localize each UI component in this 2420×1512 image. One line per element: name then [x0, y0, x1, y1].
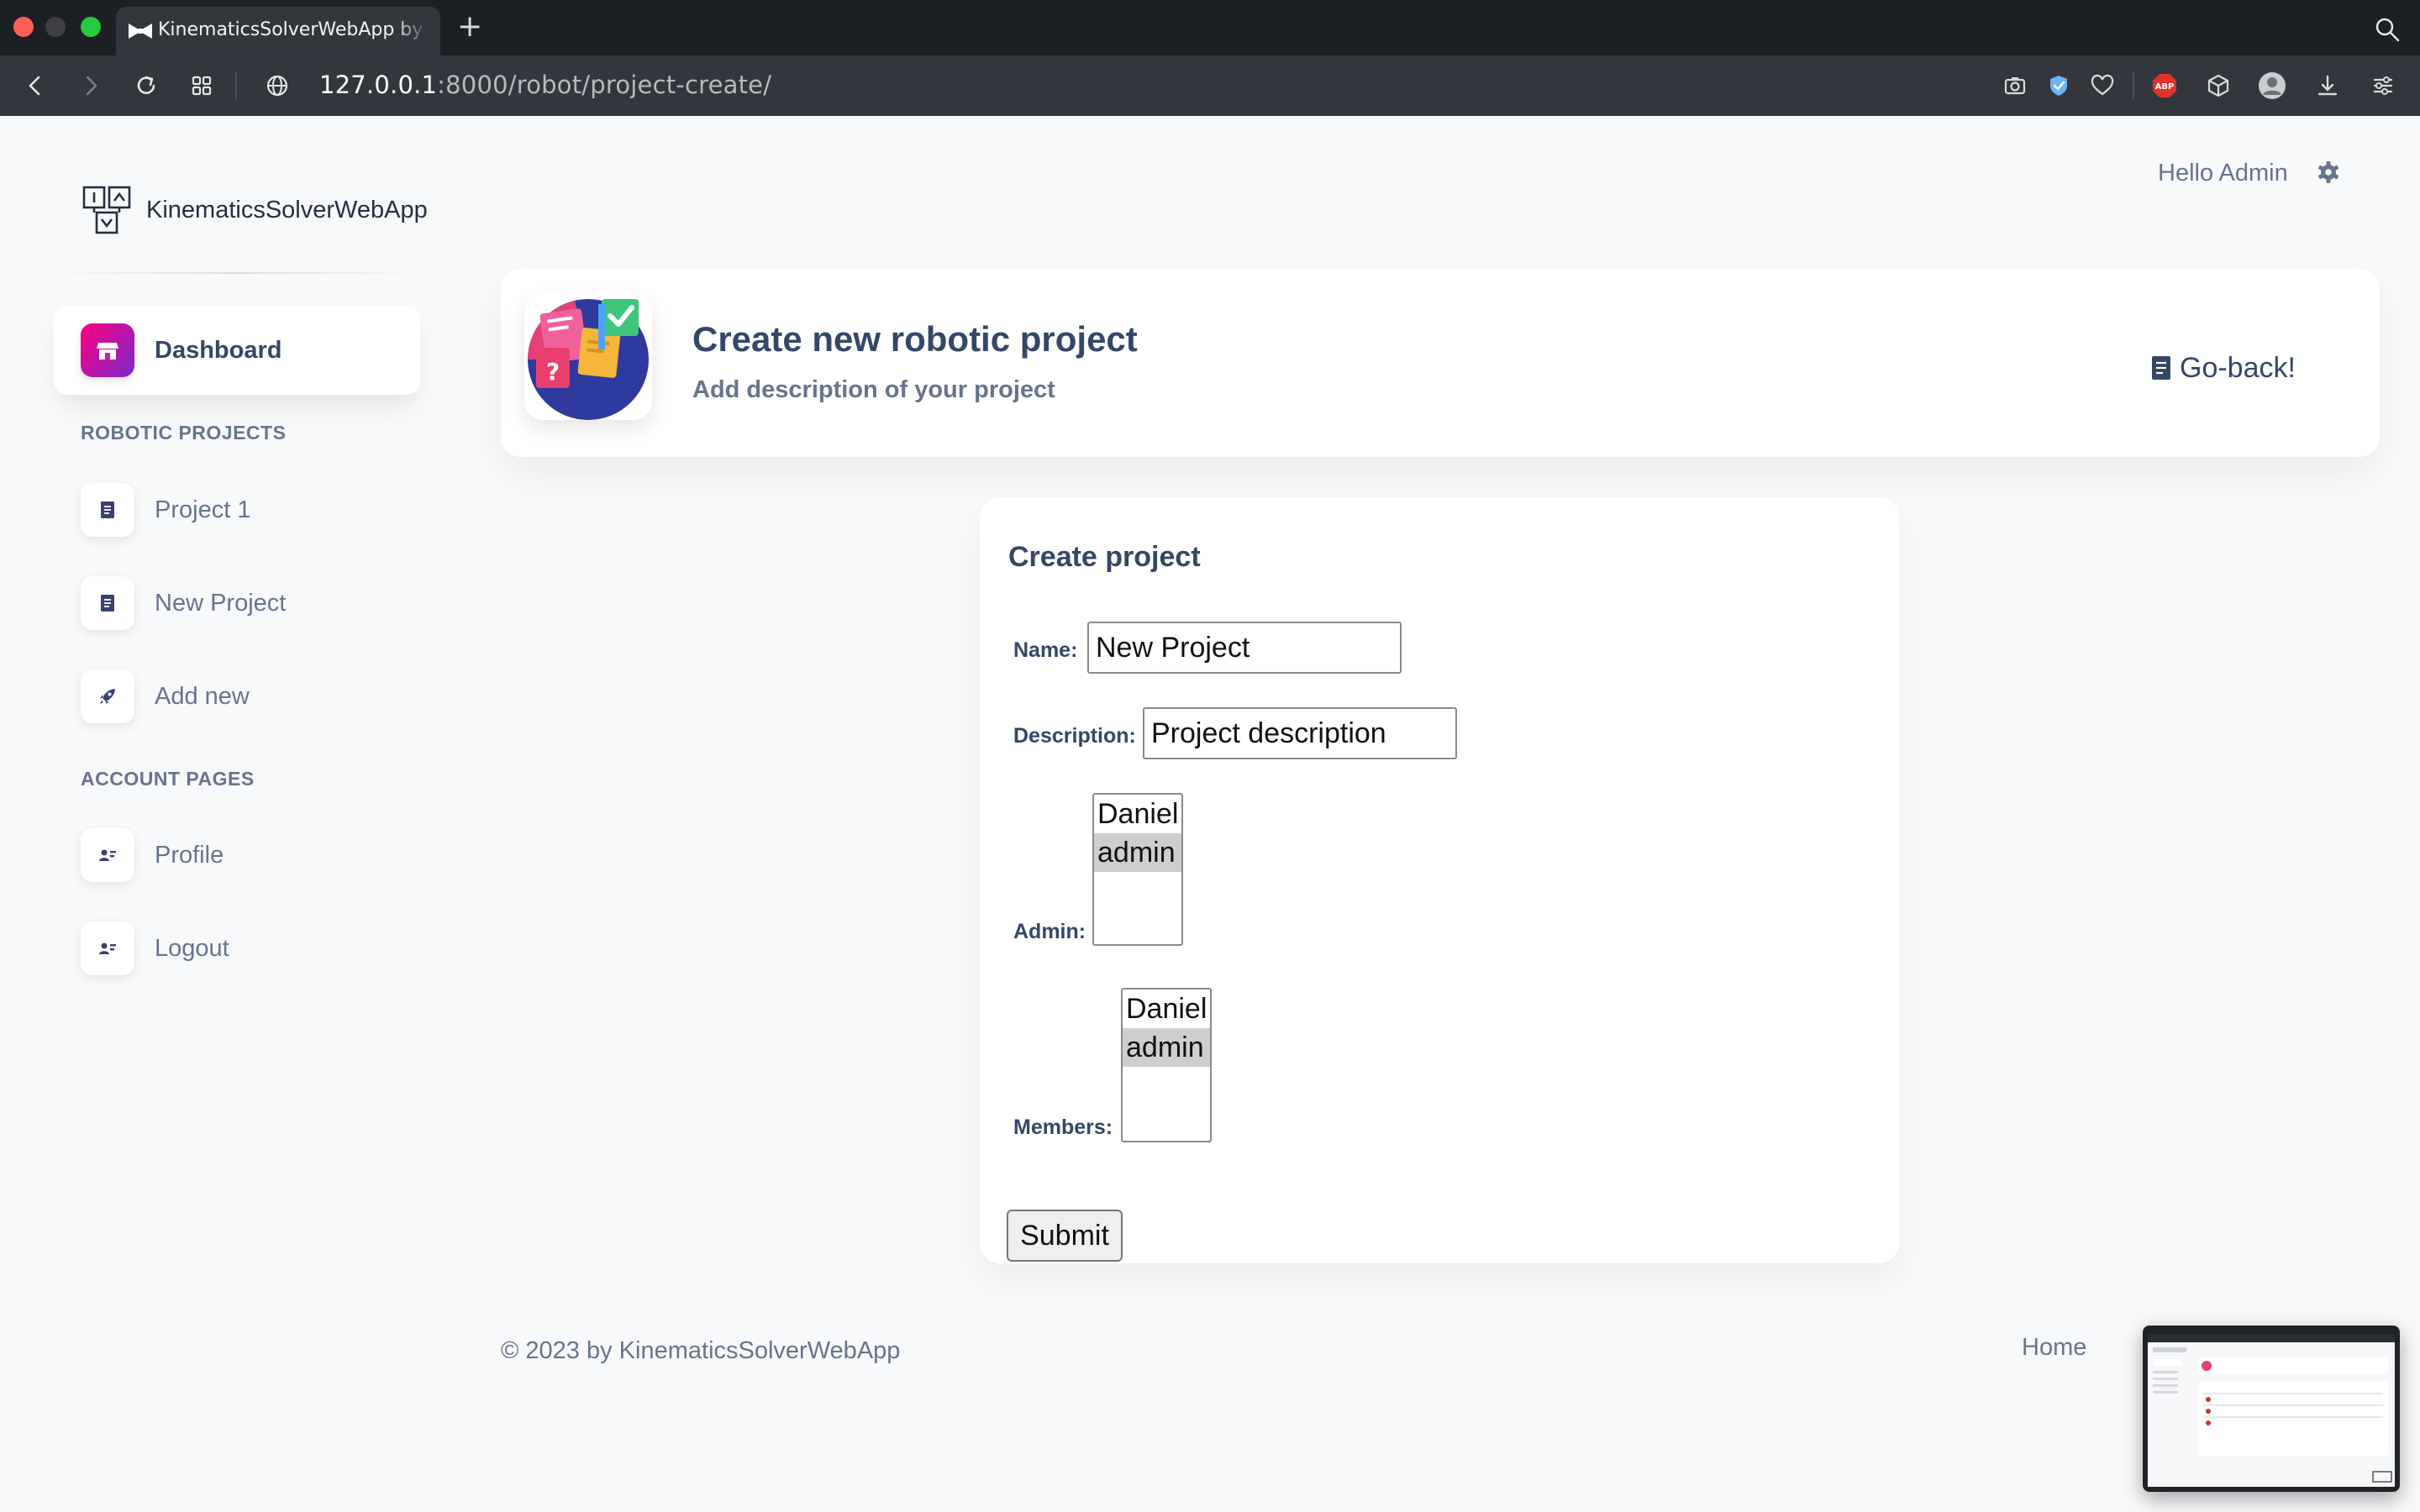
sidebar-item-profile[interactable]: Profile	[81, 827, 224, 883]
tab-preview-thumbnail[interactable]	[2143, 1326, 2400, 1492]
url-field[interactable]: 127.0.0.1:8000/robot/project-create/	[319, 71, 771, 99]
browser-tab[interactable]: KinematicsSolverWebApp by Daniel	[116, 7, 440, 55]
page-subtitle: Add description of your project	[692, 376, 1055, 403]
sidebar-item-new-project[interactable]: New Project	[81, 575, 286, 631]
sidebar-item-label: Profile	[155, 841, 224, 869]
document-icon	[81, 483, 134, 537]
sidebar-item-label: Project 1	[155, 496, 251, 523]
project-illustration: ?	[524, 292, 652, 420]
page-title: Create new robotic project	[692, 319, 1138, 359]
url-path: :8000/robot/project-create/	[437, 71, 772, 99]
cube-icon[interactable]	[2203, 71, 2233, 101]
download-icon[interactable]	[2312, 71, 2343, 101]
go-back-label: Go-back!	[2180, 351, 2296, 384]
sidebar-item-label: New Project	[155, 589, 287, 617]
easy-setup-icon[interactable]	[2368, 71, 2398, 101]
forward-icon[interactable]	[76, 71, 106, 101]
adblock-icon[interactable]: ABP	[2149, 71, 2180, 101]
sidebar-section-account-pages: ACCOUNT PAGES	[81, 768, 255, 790]
sidebar-item-label: Logout	[155, 934, 229, 962]
toolbar-divider	[235, 72, 237, 99]
sidebar-divider	[54, 272, 420, 274]
rocket-icon	[81, 669, 134, 723]
sidebar-item-project-1[interactable]: Project 1	[81, 482, 250, 538]
user-card-icon	[81, 921, 134, 975]
sidebar-item-dashboard[interactable]: Dashboard	[54, 306, 420, 395]
submit-button[interactable]: Submit	[1007, 1210, 1123, 1262]
camera-icon[interactable]	[2000, 71, 2030, 101]
brand[interactable]: KinematicsSolverWebApp	[81, 183, 428, 237]
sidebar-item-logout[interactable]: Logout	[81, 921, 229, 976]
search-icon[interactable]	[2375, 17, 2400, 42]
document-icon	[81, 576, 134, 630]
svg-text:?: ?	[546, 358, 560, 386]
admin-option-daniel[interactable]: Daniel	[1094, 795, 1181, 833]
footer-copyright: © 2023 by KinematicsSolverWebApp	[501, 1337, 901, 1364]
admin-label: Admin:	[1013, 920, 1086, 943]
toolbar-divider	[2133, 72, 2134, 99]
description-input[interactable]: Project description	[1143, 707, 1457, 759]
new-tab-icon[interactable]: +	[457, 10, 482, 44]
members-option-daniel[interactable]: Daniel	[1123, 990, 1210, 1028]
document-icon	[2152, 356, 2170, 380]
name-input[interactable]: New Project	[1087, 622, 1402, 674]
members-label: Members:	[1013, 1116, 1113, 1139]
heart-icon[interactable]	[2087, 71, 2118, 101]
sidebar-item-label: Dashboard	[155, 336, 282, 364]
page-content: KinematicsSolverWebApp Dashboard ROBOTIC…	[0, 116, 2420, 1512]
gear-icon[interactable]	[2316, 160, 2341, 185]
name-label: Name:	[1013, 638, 1078, 662]
maximize-window-button[interactable]	[81, 17, 101, 37]
globe-icon[interactable]	[262, 71, 292, 101]
admin-option-admin[interactable]: admin	[1094, 833, 1181, 872]
app-logo-icon	[82, 186, 131, 234]
members-select[interactable]: Daniel admin	[1121, 988, 1212, 1142]
profile-avatar-icon[interactable]	[2257, 71, 2287, 101]
sidebar-item-label: Add new	[155, 682, 250, 710]
reload-icon[interactable]	[131, 71, 161, 101]
sidebar-item-add-new[interactable]: Add new	[81, 669, 250, 724]
tabs-grid-icon[interactable]	[187, 71, 217, 101]
browser-tab-bar: KinematicsSolverWebApp by Daniel +	[0, 0, 2420, 55]
go-back-link[interactable]: Go-back!	[2149, 349, 2296, 386]
tab-preview-image	[2148, 1334, 2395, 1487]
form-title: Create project	[1008, 541, 1201, 573]
shop-icon	[81, 323, 134, 377]
user-card-icon	[81, 828, 134, 882]
brand-name: KinematicsSolverWebApp	[146, 196, 428, 223]
address-bar: 127.0.0.1:8000/robot/project-create/ ABP	[0, 55, 2420, 116]
sticky-notes-icon: ?	[528, 299, 649, 420]
members-option-admin[interactable]: admin	[1123, 1028, 1210, 1067]
svg-text:ABP: ABP	[2155, 82, 2175, 92]
description-label: Description:	[1013, 724, 1136, 748]
create-project-form: Create project Name: New Project Descrip…	[980, 497, 1899, 1263]
shield-check-icon[interactable]	[2044, 71, 2074, 101]
admin-select[interactable]: Daniel admin	[1092, 793, 1183, 946]
tab-title: KinematicsSolverWebApp by Daniel	[158, 19, 429, 40]
user-greeting: Hello Admin	[2158, 160, 2288, 186]
page-header-card: ? Create new robotic project Add descrip…	[501, 269, 2380, 457]
back-icon[interactable]	[20, 71, 50, 101]
footer-home-link[interactable]: Home	[2022, 1334, 2086, 1362]
bowtie-favicon-icon	[129, 24, 152, 39]
close-window-button[interactable]	[13, 17, 34, 37]
minimize-window-button[interactable]	[45, 17, 66, 37]
url-host: 127.0.0.1	[319, 71, 438, 99]
sidebar-section-robotic-projects: ROBOTIC PROJECTS	[81, 422, 287, 444]
